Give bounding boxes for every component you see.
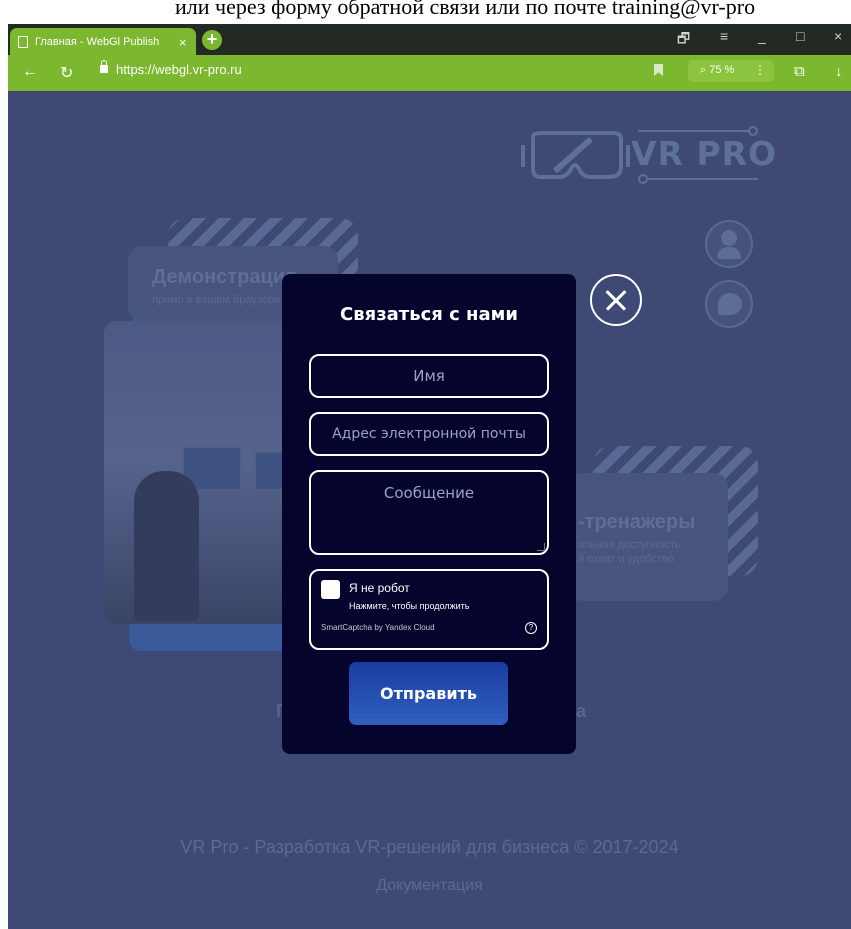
maximize-button[interactable]: □ <box>796 28 804 44</box>
message-textarea[interactable]: Сообщение <box>309 470 549 555</box>
minimize-button[interactable]: _ <box>758 28 766 44</box>
email-input[interactable]: Адрес электронной почты <box>309 412 549 456</box>
demo-card-title: Демонстрация <box>152 266 297 288</box>
bg-cta-right: а <box>575 701 586 721</box>
tab-active[interactable]: Главная - WebGl Publish × <box>10 28 196 56</box>
logo-text: VR PRO <box>631 134 778 173</box>
trainers-card[interactable]: -тренажеры альная доступность, й охват и… <box>568 473 728 601</box>
url-field[interactable]: https://webgl.vr-pro.ru <box>116 62 242 77</box>
captcha-label: Я не робот <box>349 581 410 595</box>
chair-image <box>134 471 199 621</box>
trainers-card-line2: й охват и удобство <box>578 553 674 565</box>
modal-title: Связаться с нами <box>340 304 518 325</box>
message-placeholder: Сообщение <box>383 484 475 502</box>
page-icon <box>18 36 28 48</box>
tab-close-icon[interactable]: × <box>179 35 187 50</box>
trainers-card-line1: альная доступность, <box>578 539 684 551</box>
captcha-hint: Нажмите, чтобы продолжить <box>349 601 470 611</box>
bookmark-icon[interactable] <box>654 64 663 76</box>
chat-icon[interactable] <box>705 280 753 328</box>
footer-copyright: VR Pro - Разработка VR-решений для бизне… <box>180 837 679 857</box>
close-window-button[interactable]: × <box>834 28 842 44</box>
lock-icon <box>100 60 108 73</box>
reload-icon[interactable]: ↻ <box>60 63 73 83</box>
download-icon[interactable]: ↓ <box>835 63 843 80</box>
help-icon[interactable]: ? <box>525 622 537 634</box>
back-icon[interactable]: ← <box>22 63 38 81</box>
tab-bar: Главная - WebGl Publish × + 🗗 ≡ _ □ × <box>8 24 851 56</box>
name-input[interactable]: Имя <box>309 354 549 398</box>
demo-card-subtitle: прямо в вашем браузере <box>152 294 281 306</box>
page-content: VR PRO Демонстрация прямо в вашем браузе… <box>8 91 851 929</box>
tab-title: Главная - WebGl Publish <box>35 36 160 48</box>
sidebar-icon[interactable]: ⧉ <box>794 63 805 80</box>
captcha-checkbox[interactable] <box>321 580 340 599</box>
close-icon[interactable] <box>590 274 642 326</box>
user-icon[interactable] <box>705 220 753 268</box>
resize-handle-icon[interactable] <box>537 543 545 551</box>
captcha-widget: Я не робот Нажмите, чтобы продолжить Sma… <box>309 569 549 650</box>
address-bar: ← ↻ https://webgl.vr-pro.ru ⌕ 75 % ⋮ ⧉ ↓ <box>8 55 851 88</box>
browser-chrome: Главная - WebGl Publish × + 🗗 ≡ _ □ × ← … <box>8 24 851 90</box>
new-tab-button[interactable]: + <box>202 30 222 50</box>
captcha-provider[interactable]: SmartCaptcha by Yandex Cloud <box>321 623 435 632</box>
page-intro-text: или через форму обратной связи или по по… <box>175 0 756 19</box>
footer-docs-link[interactable]: Документация <box>8 877 851 895</box>
menu-icon[interactable]: ≡ <box>720 28 728 44</box>
zoom-level: ⌕ 75 % <box>700 64 735 76</box>
contact-modal: Связаться с нами Имя Адрес электронной п… <box>282 274 576 754</box>
zoom-indicator[interactable]: ⌕ 75 % ⋮ <box>688 60 774 82</box>
tabs-icon[interactable]: 🗗 <box>677 28 690 52</box>
submit-button[interactable]: Отправить <box>349 662 508 725</box>
more-icon[interactable]: ⋮ <box>754 63 766 77</box>
trainers-card-title: -тренажеры <box>578 511 696 533</box>
